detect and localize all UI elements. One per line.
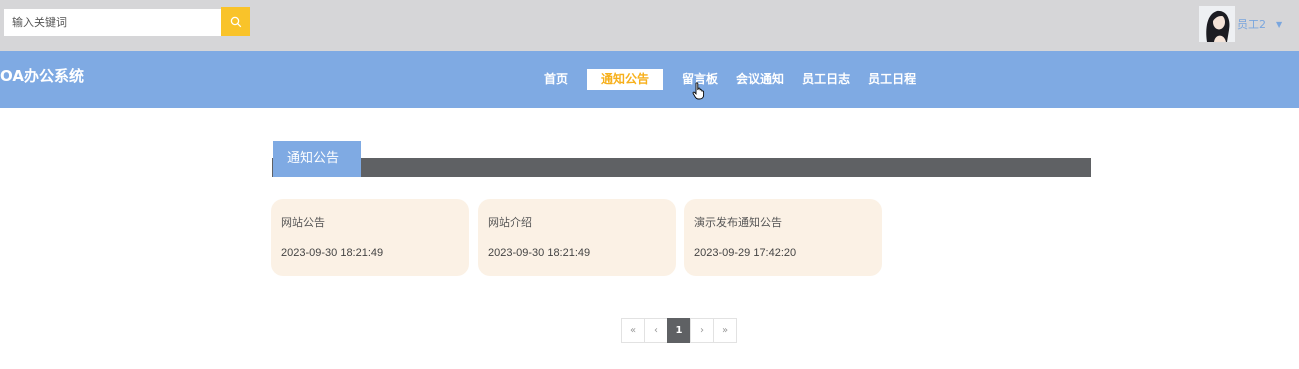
nav-item-meeting-notices[interactable]: 会议通知 <box>727 69 793 90</box>
search-button[interactable] <box>221 7 250 36</box>
site-logo[interactable]: OA办公系统 <box>0 65 84 86</box>
user-name[interactable]: 员工2 <box>1237 16 1266 32</box>
notice-card[interactable]: 网站介绍 2023-09-30 18:21:49 <box>478 199 676 276</box>
search-input[interactable] <box>4 9 221 36</box>
notice-title: 网站介绍 <box>488 216 532 229</box>
main-nav: 首页 通知公告 留言板 会议通知 员工日志 员工日程 <box>535 69 925 90</box>
nav-item-home[interactable]: 首页 <box>535 69 577 90</box>
notice-date: 2023-09-30 18:21:49 <box>488 247 591 259</box>
notice-card[interactable]: 网站公告 2023-09-30 18:21:49 <box>271 199 469 276</box>
notice-title: 网站公告 <box>281 216 325 229</box>
chevron-down-icon[interactable]: ▼ <box>1276 20 1282 29</box>
last-page-button[interactable]: » <box>713 318 737 343</box>
next-page-button[interactable]: › <box>690 318 714 343</box>
first-page-button[interactable]: « <box>621 318 645 343</box>
top-bar: 员工2 ▼ <box>0 0 1299 51</box>
notice-card[interactable]: 演示发布通知公告 2023-09-29 17:42:20 <box>684 199 882 276</box>
nav-item-notices[interactable]: 通知公告 <box>587 69 664 90</box>
prev-page-button[interactable]: ‹ <box>644 318 668 343</box>
avatar <box>1199 6 1235 42</box>
notice-title: 演示发布通知公告 <box>694 216 782 229</box>
section-title: 通知公告 <box>273 141 361 177</box>
nav-item-employee-schedule[interactable]: 员工日程 <box>859 69 925 90</box>
pagination: « ‹ 1 › » <box>621 318 737 343</box>
hand-cursor-icon <box>692 82 705 100</box>
search-icon <box>230 16 241 27</box>
notice-date: 2023-09-29 17:42:20 <box>694 247 797 259</box>
nav-item-employee-logs[interactable]: 员工日志 <box>793 69 859 90</box>
page-1-button[interactable]: 1 <box>667 318 691 343</box>
nav-bar: OA办公系统 首页 通知公告 留言板 会议通知 员工日志 员工日程 <box>0 51 1299 108</box>
section-divider <box>272 158 1091 177</box>
notice-date: 2023-09-30 18:21:49 <box>281 247 384 259</box>
user-menu[interactable]: 员工2 ▼ <box>1199 6 1282 42</box>
